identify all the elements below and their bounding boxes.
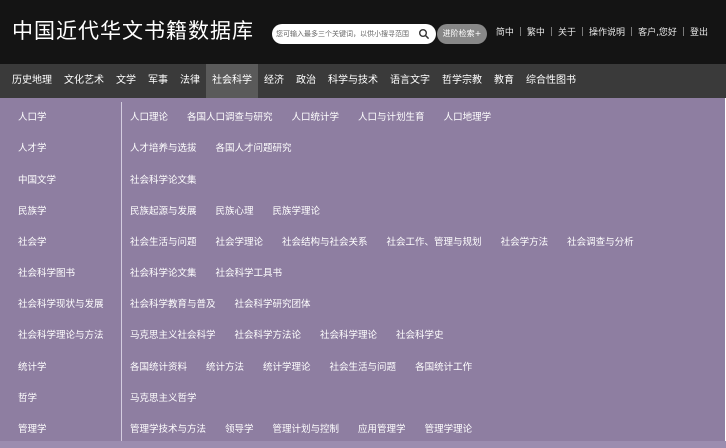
subcategory-link[interactable]: 人口与计划生育 xyxy=(358,109,425,123)
category-philosophy[interactable]: 哲学 xyxy=(18,390,37,404)
subcategory-row: 社会生活与问题 社会学理论 社会结构与社会关系 社会工作、管理与规划 社会学方法… xyxy=(130,234,653,248)
subcategory-link[interactable]: 管理学技术与方法 xyxy=(130,421,206,435)
subcategory-link[interactable]: 人口地理学 xyxy=(444,109,492,123)
subcategory-row: 社会科学论文集 社会科学工具书 xyxy=(130,265,301,279)
top-header: 中国近代华文书籍数据库 进阶检索+ 简中 | 繁中 | 关于 | 操作说明 | … xyxy=(0,0,726,64)
subcategory-row: 马克思主义哲学 xyxy=(130,390,216,404)
subcategory-link[interactable]: 应用管理学 xyxy=(358,421,406,435)
subcategory-link[interactable]: 社会科学理论 xyxy=(320,327,377,341)
category-chinese-literature[interactable]: 中国文学 xyxy=(18,172,56,186)
subcategory-row: 各国统计资料 统计方法 统计学理论 社会生活与问题 各国统计工作 xyxy=(130,359,491,373)
simplified-chinese-link[interactable]: 简中 xyxy=(496,25,514,38)
subcategory-link[interactable]: 社会调查与分析 xyxy=(567,234,634,248)
subcategory-link[interactable]: 社会科学论文集 xyxy=(130,265,197,279)
subcategory-link[interactable]: 社会学理论 xyxy=(216,234,264,248)
subcategory-link[interactable]: 社会科学方法论 xyxy=(235,327,302,341)
subcategory-row: 马克思主义社会科学 社会科学方法论 社会科学理论 社会科学史 xyxy=(130,327,463,341)
subcategory-link[interactable]: 马克思主义社会科学 xyxy=(130,327,216,341)
category-demography[interactable]: 人口学 xyxy=(18,109,47,123)
category-list: 人口学 人才学 中国文学 民族学 社会学 社会科学图书 社会科学现状与发展 社会… xyxy=(0,98,121,448)
search-input[interactable] xyxy=(276,26,416,42)
subcategory-row: 管理学技术与方法 领导学 管理计划与控制 应用管理学 管理学理论 xyxy=(130,421,491,435)
bottom-strip xyxy=(0,441,726,448)
separator: | xyxy=(681,26,685,37)
category-management[interactable]: 管理学 xyxy=(18,421,47,435)
column-divider xyxy=(121,102,122,448)
category-social-science-theory[interactable]: 社会科学理论与方法 xyxy=(18,327,104,341)
subcategory-link[interactable]: 各国统计工作 xyxy=(415,359,472,373)
category-talent-studies[interactable]: 人才学 xyxy=(18,140,47,154)
subcategory-link[interactable]: 各国人口调查与研究 xyxy=(187,109,273,123)
customer-greeting[interactable]: 客户,您好 xyxy=(638,25,677,38)
subcategory-link[interactable]: 统计学理论 xyxy=(263,359,311,373)
subcategory-link[interactable]: 社会生活与问题 xyxy=(130,234,197,248)
subcategory-link[interactable]: 社会科学论文集 xyxy=(130,172,197,186)
subcategory-link[interactable]: 民族学理论 xyxy=(273,203,321,217)
subcategory-row: 人口理论 各国人口调查与研究 人口统计学 人口与计划生育 人口地理学 xyxy=(130,109,510,123)
advanced-search-button[interactable]: 进阶检索+ xyxy=(437,24,487,44)
search-box xyxy=(272,24,436,44)
subcategory-link[interactable]: 社会科学工具书 xyxy=(216,265,283,279)
separator: | xyxy=(580,26,584,37)
top-links: 简中 | 繁中 | 关于 | 操作说明 | 客户,您好 | 登出 xyxy=(496,25,708,39)
site-logo[interactable]: 中国近代华文书籍数据库 xyxy=(12,15,254,45)
nav-item-language[interactable]: 语言文字 xyxy=(384,64,436,98)
nav-item-politics[interactable]: 政治 xyxy=(290,64,322,98)
separator: | xyxy=(630,26,634,37)
about-link[interactable]: 关于 xyxy=(558,25,576,38)
subcategory-row: 民族起源与发展 民族心理 民族学理论 xyxy=(130,203,339,217)
nav-item-social-science[interactable]: 社会科学 xyxy=(206,64,258,98)
traditional-chinese-link[interactable]: 繁中 xyxy=(527,25,545,38)
subcategory-row: 社会科学论文集 xyxy=(130,172,216,186)
subcategory-link[interactable]: 管理计划与控制 xyxy=(273,421,340,435)
logout-link[interactable]: 登出 xyxy=(690,25,708,38)
category-nav: 历史地理 文化艺术 文学 军事 法律 社会科学 经济 政治 科学与技术 语言文字… xyxy=(0,64,726,98)
subcategory-row: 社会科学教育与普及 社会科学研究团体 xyxy=(130,296,330,310)
subcategory-link[interactable]: 社会工作、管理与规划 xyxy=(387,234,482,248)
subcategory-link[interactable]: 社会科学史 xyxy=(396,327,444,341)
nav-item-culture-art[interactable]: 文化艺术 xyxy=(58,64,110,98)
subcategory-link[interactable]: 各国统计资料 xyxy=(130,359,187,373)
subcategory-link[interactable]: 人口统计学 xyxy=(292,109,340,123)
category-social-science-status[interactable]: 社会科学现状与发展 xyxy=(18,296,104,310)
category-ethnology[interactable]: 民族学 xyxy=(18,203,47,217)
category-sociology[interactable]: 社会学 xyxy=(18,234,47,248)
nav-item-education[interactable]: 教育 xyxy=(488,64,520,98)
subcategory-link[interactable]: 管理学理论 xyxy=(425,421,473,435)
nav-item-economics[interactable]: 经济 xyxy=(258,64,290,98)
subcategory-link[interactable]: 马克思主义哲学 xyxy=(130,390,197,404)
subcategory-link[interactable]: 统计方法 xyxy=(206,359,244,373)
subcategory-link[interactable]: 社会结构与社会关系 xyxy=(282,234,368,248)
nav-item-science-technology[interactable]: 科学与技术 xyxy=(322,64,384,98)
subcategory-link[interactable]: 各国人才问题研究 xyxy=(216,140,292,154)
subcategory-link[interactable]: 社会生活与问题 xyxy=(330,359,397,373)
nav-item-law[interactable]: 法律 xyxy=(174,64,206,98)
subcategory-link[interactable]: 民族起源与发展 xyxy=(130,203,197,217)
dropdown-panel: 人口学 人才学 中国文学 民族学 社会学 社会科学图书 社会科学现状与发展 社会… xyxy=(0,98,725,448)
subcategory-link[interactable]: 社会学方法 xyxy=(501,234,549,248)
nav-item-general-books[interactable]: 综合性图书 xyxy=(520,64,582,98)
instructions-link[interactable]: 操作说明 xyxy=(589,25,625,38)
separator: | xyxy=(518,26,522,37)
category-statistics[interactable]: 统计学 xyxy=(18,359,47,373)
nav-item-philosophy-religion[interactable]: 哲学宗教 xyxy=(436,64,488,98)
nav-item-military[interactable]: 军事 xyxy=(142,64,174,98)
subcategory-link[interactable]: 社会科学教育与普及 xyxy=(130,296,216,310)
category-social-science-books[interactable]: 社会科学图书 xyxy=(18,265,75,279)
nav-item-history-geography[interactable]: 历史地理 xyxy=(6,64,58,98)
nav-item-literature[interactable]: 文学 xyxy=(110,64,142,98)
subcategory-link[interactable]: 民族心理 xyxy=(216,203,254,217)
subcategory-link[interactable]: 人口理论 xyxy=(130,109,168,123)
separator: | xyxy=(549,26,553,37)
subcategory-link[interactable]: 社会科学研究团体 xyxy=(235,296,311,310)
subcategory-link[interactable]: 人才培养与选拔 xyxy=(130,140,197,154)
subcategory-link[interactable]: 领导学 xyxy=(225,421,254,435)
search-icon[interactable] xyxy=(418,28,430,40)
subcategory-row: 人才培养与选拔 各国人才问题研究 xyxy=(130,140,311,154)
